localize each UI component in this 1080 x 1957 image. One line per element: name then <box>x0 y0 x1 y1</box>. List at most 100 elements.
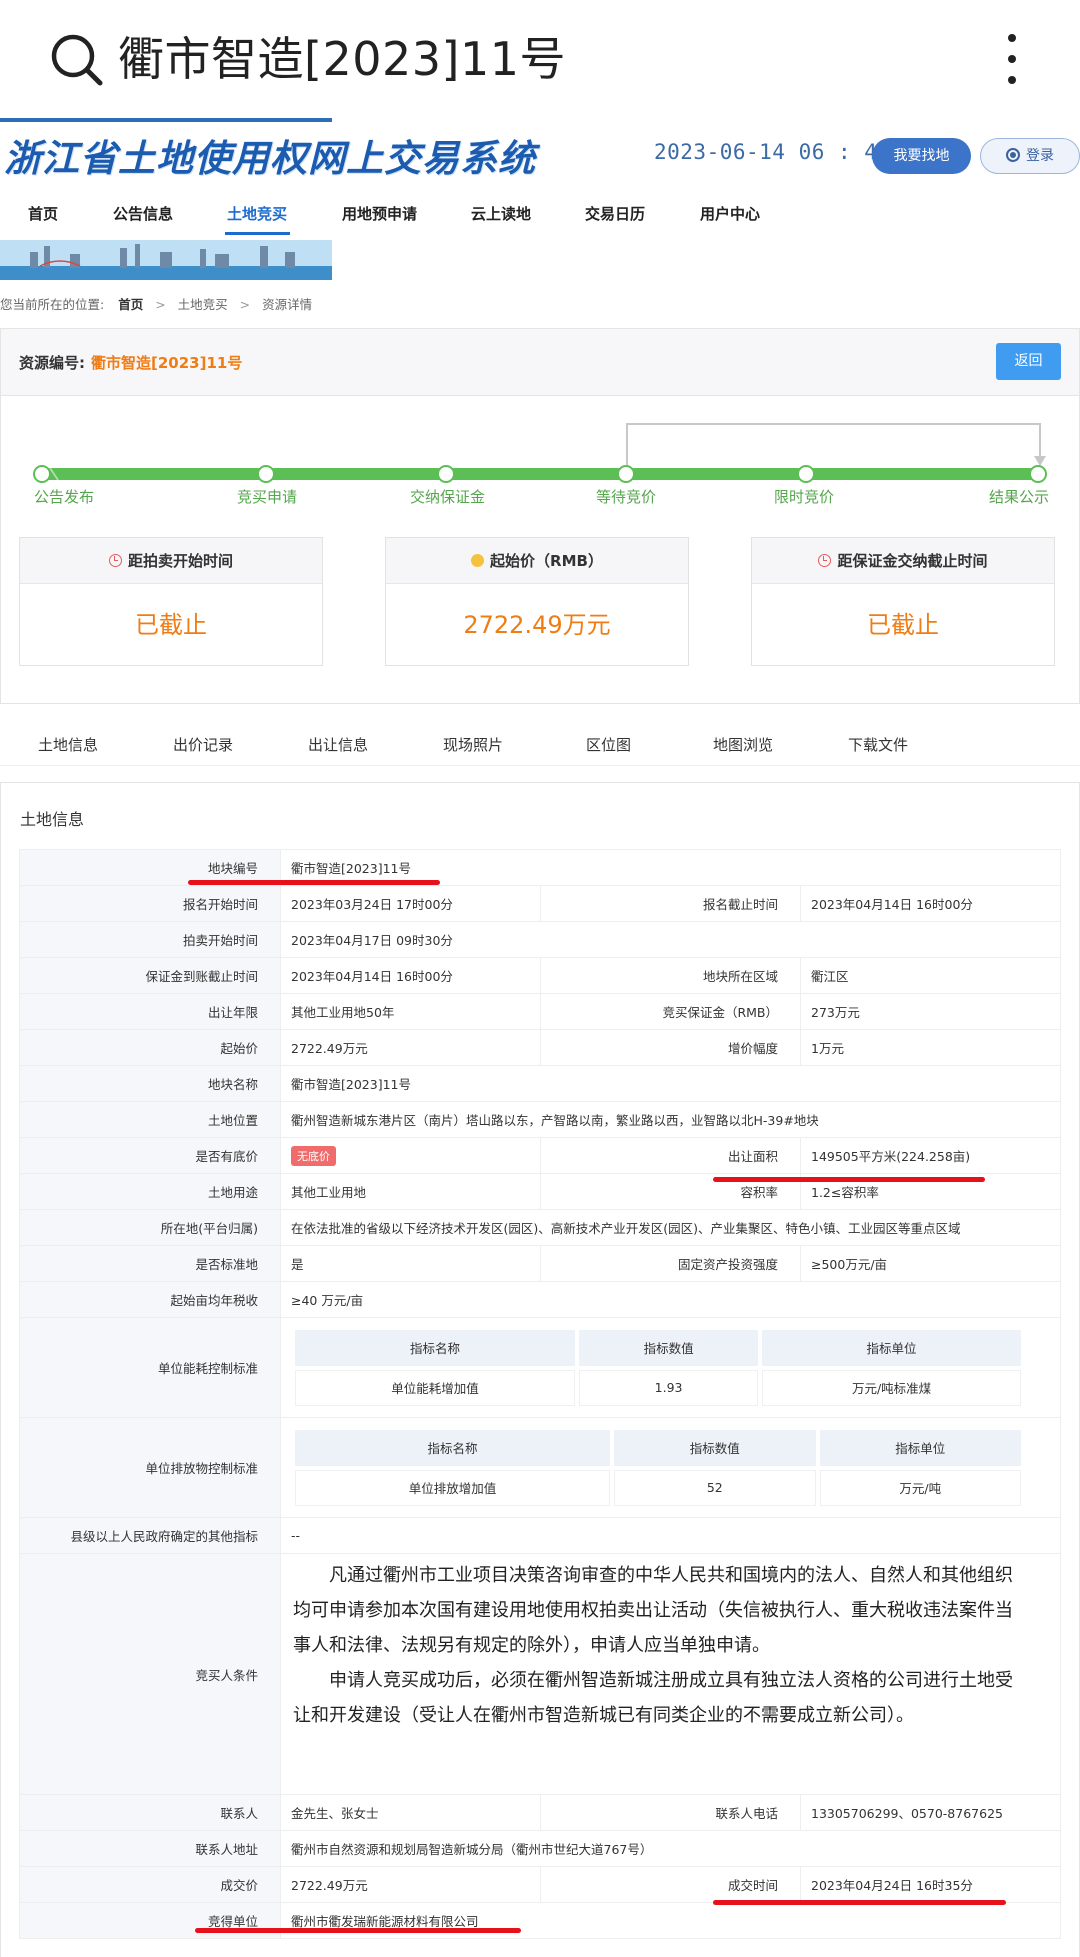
annotation-underline <box>195 1928 521 1933</box>
login-label: 登录 <box>1026 148 1054 164</box>
land-info-table: 地块编号 衢市智造[2023]11号 报名开始时间 2023年03月24日 17… <box>19 849 1061 1939</box>
field-value: 其他工业用地 <box>280 1173 541 1210</box>
user-icon <box>1006 148 1020 162</box>
field-value: 其他工业用地50年 <box>280 993 541 1030</box>
table-row: 成交价 2722.49万元 成交时间 2023年04月24日 16时35分 <box>19 1866 1061 1903</box>
card-value: 2722.49万元 <box>463 611 611 639</box>
find-land-button[interactable]: 我要找地 <box>872 138 971 174</box>
progress-track <box>33 423 1047 483</box>
field-value: 衢江区 <box>800 957 1061 994</box>
step-announcement: 公告发布 <box>34 488 95 506</box>
system-title: 浙江省土地使用权网上交易系统 <box>4 137 536 180</box>
field-key: 联系人 <box>19 1794 281 1831</box>
nav-active-indicator <box>225 232 290 235</box>
table-row: 地块编号 衢市智造[2023]11号 <box>19 849 1061 886</box>
more-menu-icon[interactable] <box>994 30 1030 88</box>
field-value: 2023年04月14日 16时00分 <box>280 957 541 994</box>
field-key: 县级以上人民政府确定的其他指标 <box>19 1517 281 1554</box>
table-row: 竞买人条件 凡通过衢州市工业项目决策咨询审查的中华人民共和国境内的法人、自然人和… <box>19 1553 1061 1795</box>
nav-land-bidding[interactable]: 土地竞买 <box>227 203 287 224</box>
breadcrumb-resource-detail: 资源详情 <box>262 297 313 312</box>
table-row: 联系人地址 衢州市自然资源和规划局智造新城分局（衢州市世纪大道767号） <box>19 1830 1061 1867</box>
tab-land-info[interactable]: 土地信息 <box>38 734 98 755</box>
resource-number-value: 衢市智造[2023]11号 <box>91 354 243 372</box>
sub-header: 指标单位 <box>762 1329 1021 1366</box>
tab-download-files[interactable]: 下载文件 <box>848 734 908 755</box>
table-row: 所在地(平台归属) 在依法批准的省级以下经济技术开发区(园区)、高新技术产业开发… <box>19 1209 1061 1246</box>
bidder-condition-paragraph: 申请人竞买成功后，必须在衢州智造新城注册成立具有独立法人资格的公司进行土地受让和… <box>293 1670 1013 1726</box>
back-button[interactable]: 返回 <box>996 343 1061 380</box>
field-key: 所在地(平台归属) <box>19 1209 281 1246</box>
city-banner-image <box>0 240 332 280</box>
field-value: 2023年03月24日 17时00分 <box>280 885 541 922</box>
breadcrumb-prefix: 您当前所在的位置: <box>0 297 105 312</box>
breadcrumb-separator: > <box>155 297 166 312</box>
progress-node <box>797 465 815 483</box>
field-value: 指标名称 指标数值 指标单位 单位能耗增加值 1.93 万元/吨标准煤 <box>280 1317 1061 1418</box>
progress-node <box>617 465 635 483</box>
field-value: 衢州市自然资源和规划局智造新城分局（衢州市世纪大道767号） <box>280 1830 1061 1867</box>
search-query[interactable]: 衢市智造[2023]11号 <box>118 22 566 96</box>
step-result-publication: 结果公示 <box>989 488 1050 506</box>
field-value: 2023年04月17日 09时30分 <box>280 921 1061 958</box>
nav-user-center[interactable]: 用户中心 <box>700 203 760 224</box>
login-button[interactable]: 登录 <box>980 138 1080 174</box>
table-row: 是否标准地 是 固定资产投资强度 ≥500万元/亩 <box>19 1245 1061 1282</box>
sub-header: 指标名称 <box>295 1329 576 1366</box>
tab-site-photos[interactable]: 现场照片 <box>443 734 503 755</box>
field-value: 1万元 <box>800 1029 1061 1066</box>
card-title: 距拍卖开始时间 <box>127 552 233 570</box>
field-value: 是 <box>280 1245 541 1282</box>
energy-index-table: 指标名称 指标数值 指标单位 单位能耗增加值 1.93 万元/吨标准煤 <box>291 1326 1025 1410</box>
breadcrumb-land-bidding[interactable]: 土地竞买 <box>178 297 228 312</box>
field-value: -- <box>280 1517 1061 1554</box>
bidder-condition-paragraph: 凡通过衢州市工业项目决策咨询审查的中华人民共和国境内的法人、自然人和其他组织均可… <box>293 1565 1013 1656</box>
field-key: 竞买保证金（RMB） <box>540 993 801 1030</box>
field-value: 2722.49万元 <box>280 1029 541 1066</box>
field-key: 起始价 <box>19 1029 281 1066</box>
nav-calendar[interactable]: 交易日历 <box>585 203 645 224</box>
tab-bid-records[interactable]: 出价记录 <box>173 734 233 755</box>
field-key: 单位能耗控制标准 <box>19 1317 281 1418</box>
breadcrumb-home[interactable]: 首页 <box>118 297 143 312</box>
field-key: 是否标准地 <box>19 1245 281 1282</box>
nav-announcements[interactable]: 公告信息 <box>113 203 173 224</box>
table-row: 报名开始时间 2023年03月24日 17时00分 报名截止时间 2023年04… <box>19 885 1061 922</box>
sub-cell: 万元/吨 <box>819 1469 1021 1506</box>
nav-home[interactable]: 首页 <box>28 203 58 224</box>
search-icon[interactable] <box>50 33 104 87</box>
tab-transfer-info[interactable]: 出让信息 <box>308 734 368 755</box>
sub-cell: 万元/吨标准煤 <box>762 1369 1021 1406</box>
header-top-bar <box>0 118 332 122</box>
table-row: 单位能耗控制标准 指标名称 指标数值 指标单位 单位能耗增加值 1.93 万元/吨标准煤 <box>19 1317 1061 1418</box>
nav-cloud-read[interactable]: 云上读地 <box>471 203 531 224</box>
tab-map-browse[interactable]: 地图浏览 <box>713 734 773 755</box>
table-row: 起始亩均年税收 ≥40 万元/亩 <box>19 1281 1061 1318</box>
tab-location-map[interactable]: 区位图 <box>586 734 631 755</box>
field-key: 增价幅度 <box>540 1029 801 1066</box>
field-value: ≥40 万元/亩 <box>280 1281 1061 1318</box>
sub-header: 指标数值 <box>579 1329 759 1366</box>
table-row: 县级以上人民政府确定的其他指标 -- <box>19 1517 1061 1554</box>
field-key: 出让面积 <box>540 1137 801 1174</box>
breadcrumb-separator: > <box>239 297 251 312</box>
field-key: 起始亩均年税收 <box>19 1281 281 1318</box>
table-row: 保证金到账截止时间 2023年04月14日 16时00分 地块所在区域 衢江区 <box>19 957 1061 994</box>
step-bid-application: 竞买申请 <box>237 488 298 506</box>
no-reserve-badge: 无底价 <box>291 1145 336 1166</box>
field-key: 联系人地址 <box>19 1830 281 1867</box>
field-value: 衢州智造新城东港片区（南片）塔山路以东，产智路以南，繁业路以西，业智路以北H-3… <box>280 1101 1061 1138</box>
field-key: 竞买人条件 <box>19 1553 281 1795</box>
card-title: 起始价（RMB） <box>490 552 603 570</box>
table-row: 拍卖开始时间 2023年04月17日 09时30分 <box>19 921 1061 958</box>
progress-node <box>257 465 275 483</box>
field-value: 衢市智造[2023]11号 <box>280 1065 1061 1102</box>
card-title: 距保证金交纳截止时间 <box>837 552 988 570</box>
sub-cell: 52 <box>614 1469 816 1506</box>
progress-node <box>1029 465 1047 483</box>
field-value: 2023年04月24日 16时35分 <box>800 1866 1061 1903</box>
field-value: 金先生、张女士 <box>280 1794 541 1831</box>
nav-pre-application[interactable]: 用地预申请 <box>342 203 417 224</box>
field-value: 凡通过衢州市工业项目决策咨询审查的中华人民共和国境内的法人、自然人和其他组织均可… <box>280 1553 1061 1795</box>
field-key: 地块所在区域 <box>540 957 801 994</box>
